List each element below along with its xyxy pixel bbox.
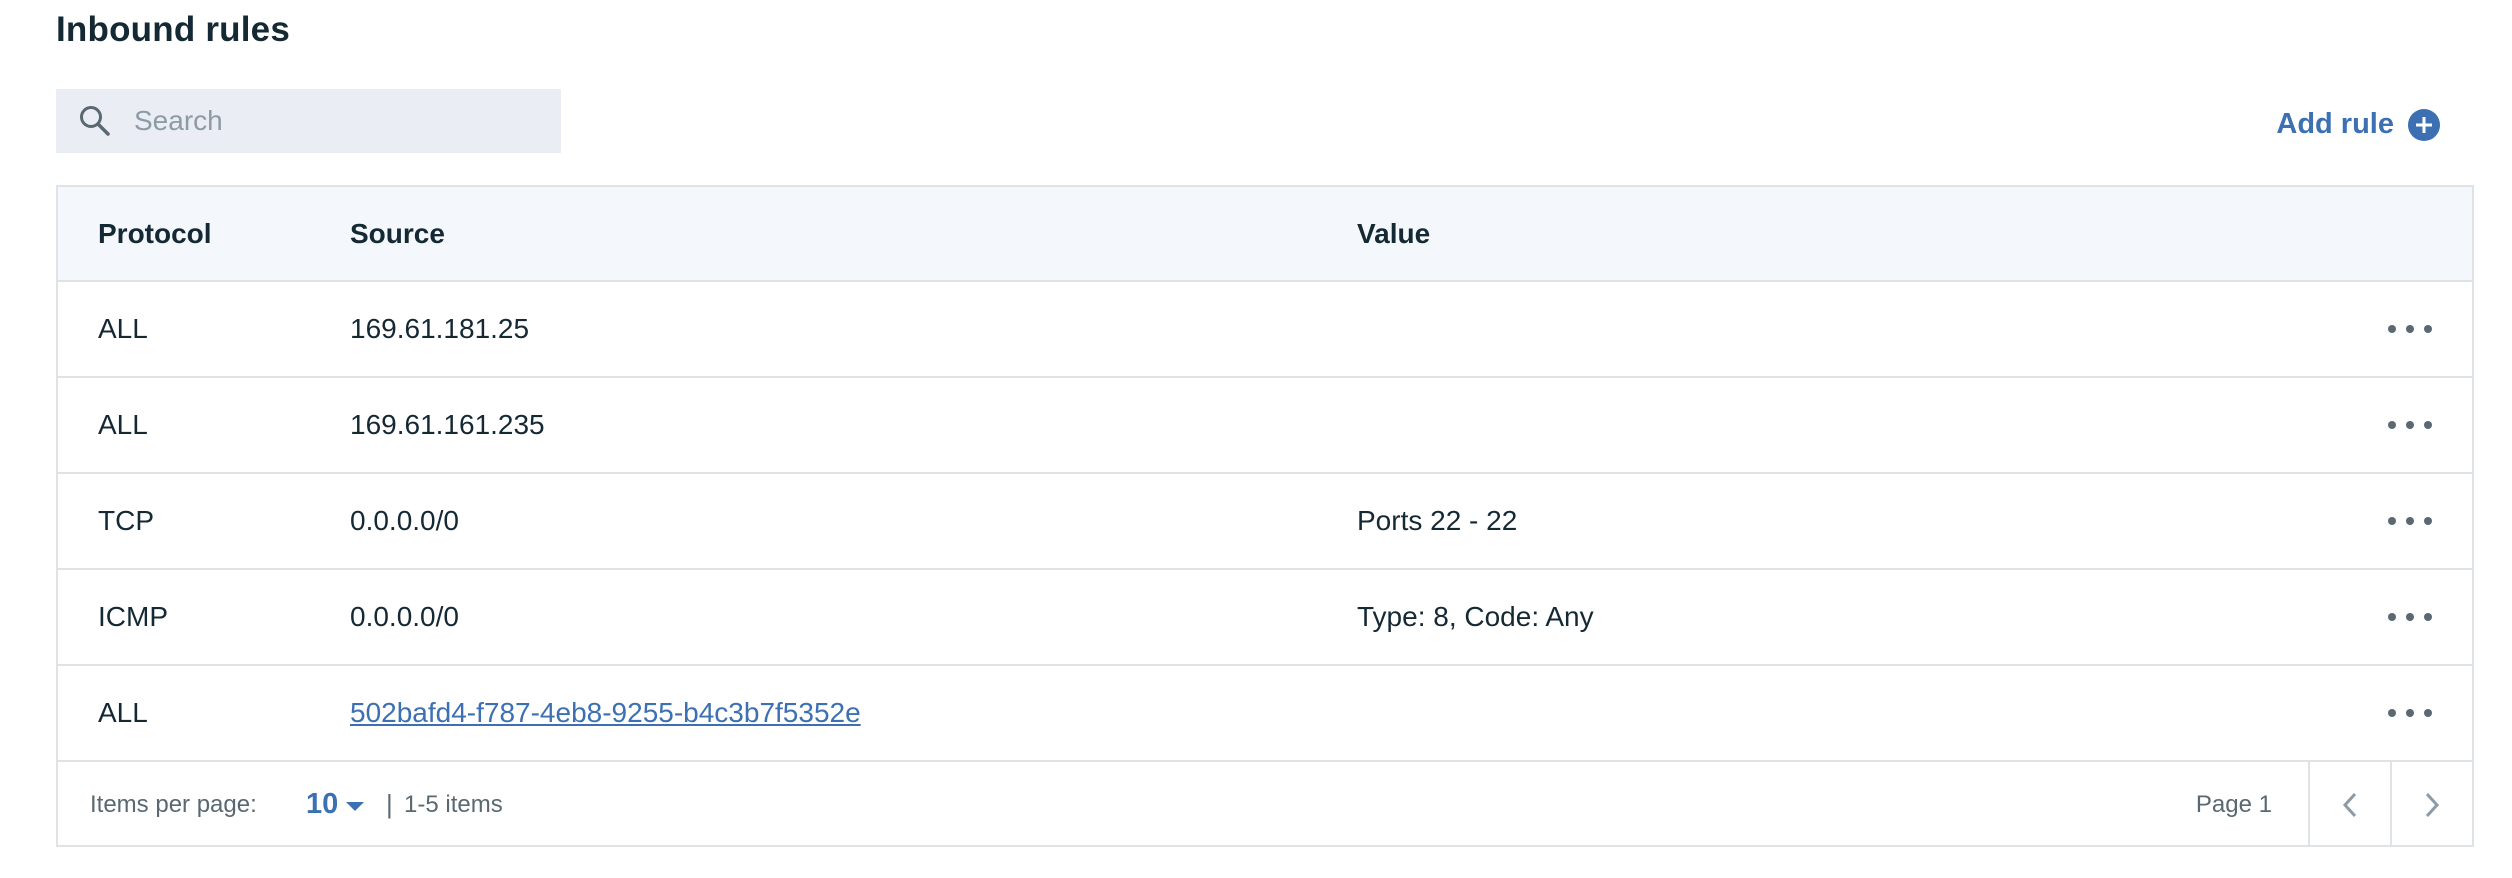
page-number-label: Page 1	[2195, 791, 2272, 818]
cell-protocol: ALL	[98, 409, 148, 440]
chevron-right-icon	[2425, 792, 2440, 817]
inbound-rules-page: Inbound rules Add rule Protocol Source V…	[0, 0, 2512, 878]
add-rule-label: Add rule	[2276, 108, 2394, 140]
cell-protocol: ALL	[98, 313, 148, 344]
source-link[interactable]: 502bafd4-f787-4eb8-9255-b4c3b7f5352e	[350, 666, 861, 760]
cell-source: 0.0.0.0/0	[350, 505, 459, 536]
search-icon	[80, 106, 110, 136]
previous-page-button[interactable]	[2308, 762, 2390, 847]
search-box[interactable]	[56, 89, 561, 153]
cell-protocol: ICMP	[98, 601, 168, 632]
column-header-protocol[interactable]: Protocol	[98, 187, 212, 280]
overflow-menu-icon[interactable]	[2388, 322, 2432, 336]
cell-value: Ports 22 - 22	[1357, 505, 1518, 536]
search-input[interactable]	[134, 89, 544, 153]
add-circle-icon	[2408, 108, 2440, 141]
table-row: TCP 0.0.0.0/0 Ports 22 - 22	[58, 474, 2472, 570]
items-range-label: 1-5 items	[404, 791, 503, 818]
table-row: ALL 169.61.161.235	[58, 378, 2472, 474]
overflow-menu-icon[interactable]	[2388, 514, 2432, 528]
cell-source: 0.0.0.0/0	[350, 601, 459, 632]
column-header-source[interactable]: Source	[350, 187, 445, 280]
overflow-menu-icon[interactable]	[2388, 418, 2432, 432]
items-per-page-value: 10	[306, 788, 339, 820]
pagination-bar: Items per page: 10 | 1-5 items Page 1	[58, 762, 2472, 847]
cell-protocol: TCP	[98, 505, 154, 536]
table-header: Protocol Source Value	[58, 187, 2472, 282]
cell-source: 169.61.161.235	[350, 409, 545, 440]
inbound-rules-table: Protocol Source Value ALL 169.61.181.25 …	[56, 185, 2474, 847]
next-page-button[interactable]	[2390, 762, 2472, 847]
add-rule-button[interactable]: Add rule	[2276, 108, 2440, 141]
pagination-separator: |	[386, 789, 393, 819]
table-row: ALL 169.61.181.25	[58, 282, 2472, 378]
chevron-left-icon	[2342, 792, 2357, 817]
table-row: ICMP 0.0.0.0/0 Type: 8, Code: Any	[58, 570, 2472, 666]
overflow-menu-icon[interactable]	[2388, 706, 2432, 720]
overflow-menu-icon[interactable]	[2388, 610, 2432, 624]
cell-protocol: ALL	[98, 697, 148, 728]
items-per-page-select[interactable]: 10	[306, 762, 365, 847]
items-per-page-label: Items per page:	[90, 791, 257, 818]
cell-value: Type: 8, Code: Any	[1357, 601, 1594, 632]
column-header-value[interactable]: Value	[1357, 187, 1430, 280]
page-title: Inbound rules	[56, 10, 290, 49]
table-row: ALL 502bafd4-f787-4eb8-9255-b4c3b7f5352e	[58, 666, 2472, 762]
caret-down-icon	[346, 802, 365, 811]
cell-source: 169.61.181.25	[350, 313, 530, 344]
